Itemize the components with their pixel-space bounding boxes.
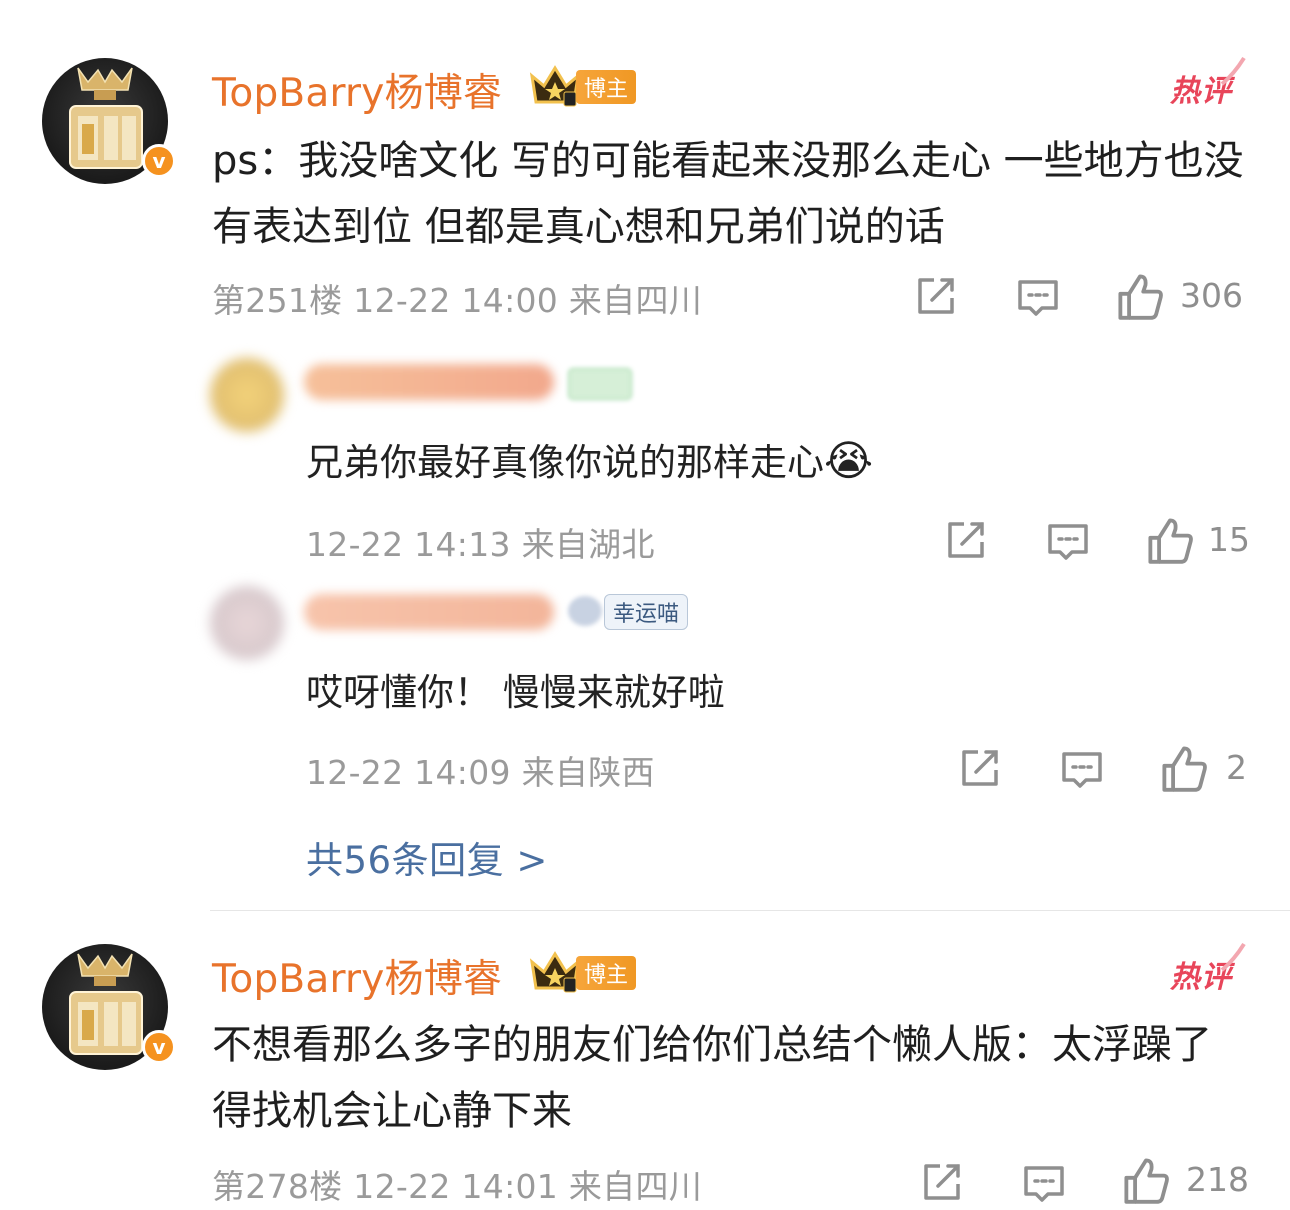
comment-divider — [210, 910, 1290, 911]
reply-location: 来自湖北 — [521, 525, 655, 564]
chain-pendant-image — [69, 67, 143, 169]
comment-location: 来自四川 — [568, 281, 703, 320]
verified-badge-icon: v — [142, 144, 176, 178]
flame-swoosh-icon — [1220, 942, 1246, 972]
like-count: 218 — [1186, 1160, 1249, 1199]
reply-time: 12-22 14:13 — [306, 525, 511, 564]
share-icon[interactable] — [914, 274, 958, 318]
floor-number: 第278楼 — [212, 1167, 343, 1206]
chain-pendant-image — [69, 953, 143, 1055]
reply-username-blurred[interactable] — [304, 594, 554, 630]
flame-swoosh-icon — [1220, 56, 1246, 86]
crown-level-icon — [529, 951, 581, 993]
crown-level-icon — [529, 65, 581, 107]
comment-icon[interactable] — [1022, 1162, 1066, 1206]
like-thumb-icon[interactable] — [1122, 1156, 1170, 1204]
comment-time: 12-22 14:01 — [353, 1167, 559, 1206]
comment-location: 来自四川 — [568, 1167, 703, 1206]
comment-text: ps：我没啥文化 写的可能看起来没那么走心 一些地方也没有表达到位 但都是真心想… — [212, 138, 1244, 250]
hot-comment-badge: 热评 — [1170, 942, 1246, 996]
comment-time: 12-22 14:00 — [353, 281, 559, 320]
comment-icon[interactable] — [1060, 748, 1104, 792]
like-count: 15 — [1208, 520, 1250, 559]
share-icon[interactable] — [944, 518, 988, 562]
user-avatar[interactable]: v — [42, 944, 176, 1070]
crying-face-emoji: 😭 — [824, 436, 874, 485]
share-icon[interactable] — [958, 746, 1002, 790]
reply-text: 兄弟你最好真像你说的那样走心😭 — [306, 432, 873, 486]
verified-badge-icon: v — [142, 1030, 176, 1064]
reply-text-content: 兄弟你最好真像你说的那样走心 — [306, 441, 824, 484]
like-count: 2 — [1226, 748, 1247, 787]
reply-avatar[interactable] — [210, 586, 284, 660]
comment-meta: 第251楼 12-22 14:00 来自四川 — [212, 274, 702, 322]
reply-avatar[interactable] — [210, 358, 284, 432]
comment-icon[interactable] — [1016, 276, 1060, 320]
like-thumb-icon[interactable] — [1160, 744, 1208, 792]
floor-number: 第251楼 — [212, 281, 343, 320]
reply-meta: 12-22 14:13 来自湖北 — [306, 518, 655, 566]
reply-user-avatar-blurred — [568, 596, 602, 626]
comment-text: 不想看那么多字的朋友们给你们总结个懒人版：太浮躁了 得找机会让心静下来 — [212, 1022, 1212, 1134]
reply-user-tag: 幸运喵 — [604, 594, 689, 630]
comment-username[interactable]: TopBarry杨博睿 — [212, 948, 502, 1004]
reply-meta: 12-22 14:09 来自陕西 — [306, 746, 655, 794]
share-icon[interactable] — [920, 1160, 964, 1204]
user-avatar[interactable]: v — [42, 58, 176, 184]
comment-meta: 第278楼 12-22 14:01 来自四川 — [212, 1160, 702, 1208]
comment-icon[interactable] — [1046, 520, 1090, 564]
comment-username[interactable]: TopBarry杨博睿 — [212, 62, 502, 118]
blogger-tag: 博主 — [576, 956, 637, 990]
reply-text: 哎呀懂你！ 慢慢来就好啦 — [306, 671, 725, 714]
reply-user-tag-blurred — [568, 368, 632, 400]
reply-time: 12-22 14:09 — [306, 753, 511, 792]
blogger-tag: 博主 — [576, 70, 637, 104]
hot-comment-badge: 热评 — [1170, 56, 1246, 110]
like-count: 306 — [1180, 276, 1243, 315]
view-all-replies-link[interactable]: 共56条回复 > — [306, 830, 548, 884]
reply-username-blurred[interactable] — [304, 364, 554, 400]
like-thumb-icon[interactable] — [1116, 272, 1164, 320]
like-thumb-icon[interactable] — [1146, 516, 1194, 564]
reply-location: 来自陕西 — [521, 753, 655, 792]
